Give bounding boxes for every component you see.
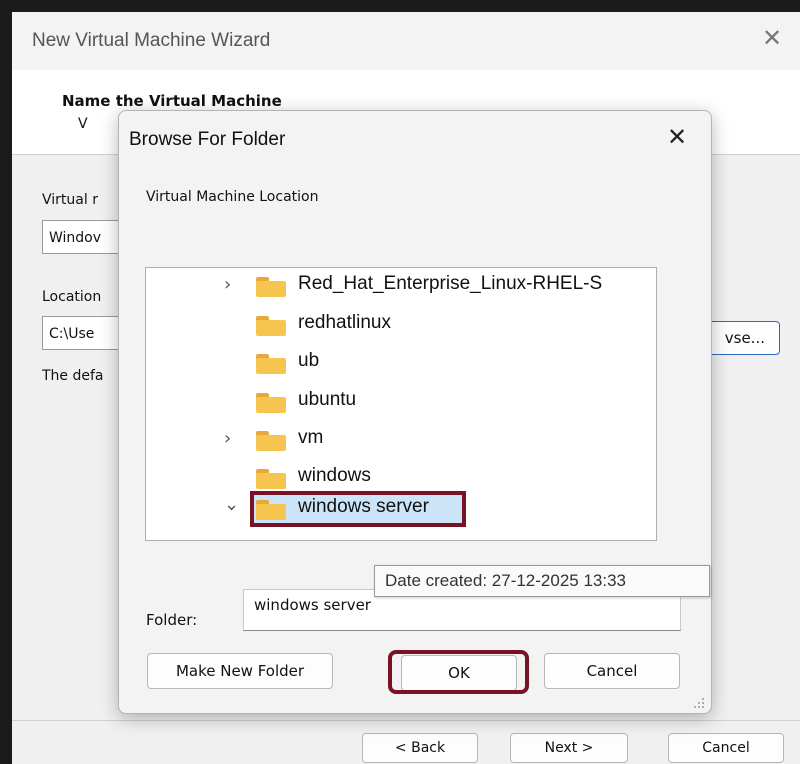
folder-icon [256, 354, 286, 374]
folder-label: Folder: [146, 611, 198, 629]
close-icon[interactable]: ✕ [667, 123, 687, 151]
tree-item-windows-server[interactable]: ⌄ windows server [146, 494, 646, 524]
tree-item-label: windows [298, 465, 371, 486]
tree-item-label: windows server [298, 496, 429, 517]
tree-item-ub[interactable]: ub [146, 348, 646, 378]
wizard-footer-divider [12, 720, 800, 721]
cancel-button[interactable]: Cancel [544, 653, 680, 689]
chevron-right-icon[interactable]: › [224, 274, 231, 295]
back-button[interactable]: < Back [362, 733, 478, 763]
resize-grip-icon[interactable] [691, 695, 705, 709]
dialog-title: Browse For Folder [129, 129, 286, 150]
wizard-cancel-button[interactable]: Cancel [668, 733, 784, 763]
tree-item-label: ub [298, 350, 320, 371]
horizontal-scrollbar-thumb[interactable] [182, 540, 540, 541]
date-created-tooltip: Date created: 27-12-2025 13:33 [374, 565, 710, 597]
tree-item-label: redhatlinux [298, 312, 391, 333]
wizard-title: New Virtual Machine Wizard [32, 30, 271, 51]
tree-item-redhatlinux[interactable]: redhatlinux [146, 310, 646, 340]
background-top [0, 0, 800, 12]
next-button[interactable]: Next > [510, 733, 628, 763]
browse-for-folder-dialog: Browse For Folder ✕ Virtual Machine Loca… [118, 110, 712, 714]
folder-tree[interactable]: › Red_Hat_Enterprise_Linux-RHEL-S redhat… [145, 267, 657, 541]
make-new-folder-button[interactable]: Make New Folder [147, 653, 333, 689]
location-input[interactable]: C:\Use [42, 316, 122, 350]
folder-icon [256, 393, 286, 413]
default-location-text: The defa [42, 368, 104, 384]
folder-icon [256, 469, 286, 489]
tree-item-windows[interactable]: windows [146, 463, 646, 493]
folder-icon [256, 277, 286, 297]
location-label: Location [42, 289, 102, 305]
folder-icon [256, 500, 286, 520]
background-left [0, 0, 12, 764]
wizard-subtext: V [78, 116, 88, 132]
chevron-right-icon[interactable]: › [224, 428, 231, 449]
tree-item-label: ubuntu [298, 389, 357, 410]
close-icon[interactable]: ✕ [762, 24, 782, 52]
chevron-down-icon[interactable]: ⌄ [224, 494, 239, 515]
tree-item-red-hat[interactable]: › Red_Hat_Enterprise_Linux-RHEL-S [146, 271, 646, 301]
wizard-heading: Name the Virtual Machine [62, 92, 282, 110]
tree-item-label: Red_Hat_Enterprise_Linux-RHEL-S [298, 273, 603, 294]
tree-item-vm[interactable]: › vm [146, 425, 646, 455]
tree-item-label: vm [298, 427, 324, 448]
vm-name-input[interactable]: Windov [42, 220, 122, 254]
ok-button-highlight [388, 650, 529, 694]
dialog-description: Virtual Machine Location [146, 189, 319, 205]
vm-name-label: Virtual r [42, 192, 98, 208]
folder-icon [256, 316, 286, 336]
folder-icon [256, 431, 286, 451]
tree-item-ubuntu[interactable]: ubuntu [146, 387, 646, 417]
